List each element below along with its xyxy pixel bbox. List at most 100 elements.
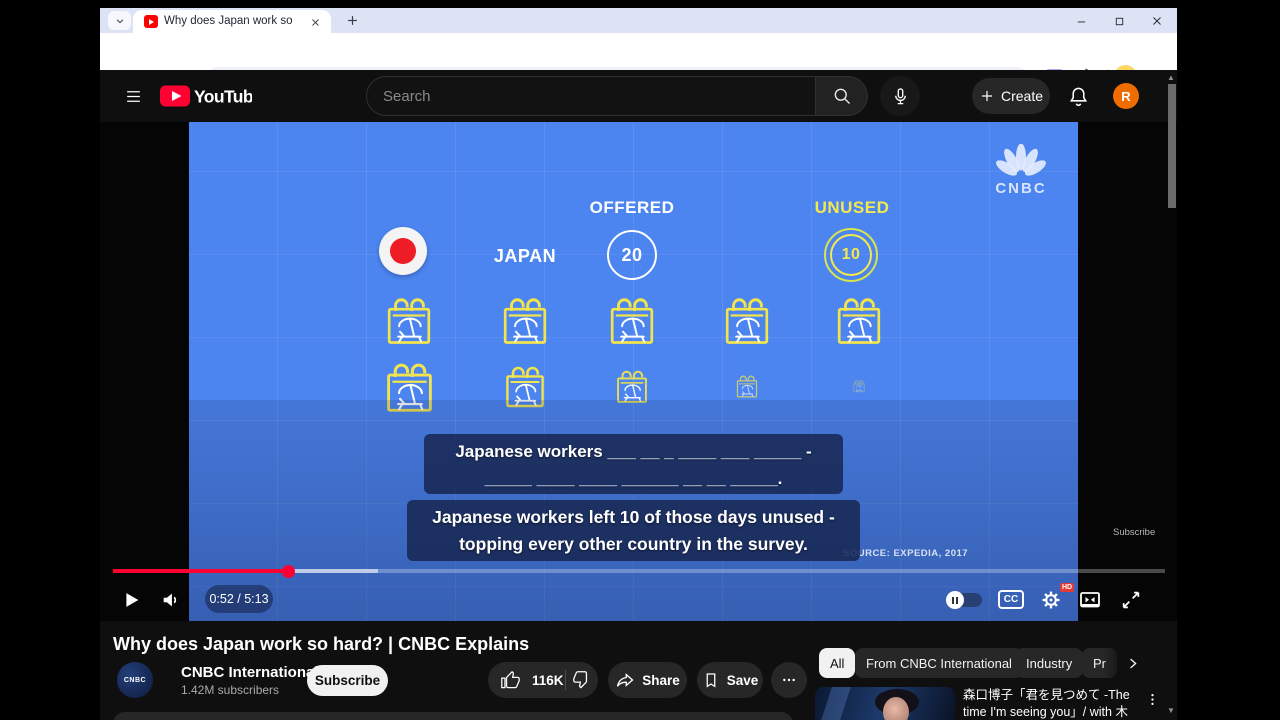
search-input[interactable]	[383, 88, 783, 105]
notifications-button[interactable]	[1066, 84, 1090, 108]
vacation-calendar-icon	[734, 373, 760, 399]
source-note: SOURCE: EXPEDIA, 2017	[843, 548, 968, 559]
browser-toolbar: youtube.com/watch?v=9Y-YJEtxHeo	[100, 33, 1177, 70]
vacation-calendar-icon	[852, 379, 866, 393]
more-actions-button[interactable]	[771, 662, 807, 698]
progress-bar-scrubber[interactable]	[282, 565, 295, 578]
suggested-video-menu-kebab-icon[interactable]	[1143, 690, 1161, 708]
guide-menu-button[interactable]	[123, 86, 143, 106]
miniplayer-button[interactable]	[1077, 587, 1103, 613]
account-avatar[interactable]: R	[1113, 83, 1139, 109]
hamburger-icon	[124, 87, 143, 106]
chips-scroll-right-button[interactable]	[1119, 650, 1145, 676]
ellipsis-icon	[781, 672, 797, 688]
channel-name-text: CNBC International	[181, 664, 319, 681]
scrollbar-down-arrow[interactable]: ▼	[1165, 706, 1177, 715]
tab-close-icon[interactable]	[307, 14, 323, 30]
video-player[interactable]: CNBC JAPAN OFFERED 20 UNUSED 10 SOUR	[100, 122, 1177, 621]
thumb-up-icon	[501, 671, 520, 690]
save-button[interactable]: Save	[697, 662, 763, 698]
chip-industry[interactable]: Industry	[1015, 648, 1083, 678]
window-maximize-button[interactable]	[1104, 14, 1134, 28]
maximize-icon	[1114, 16, 1125, 27]
tab-strip: Why does Japan work so hard	[100, 8, 1177, 33]
suggested-title-line1: 森口博子「君を見つめて -The	[963, 687, 1135, 704]
speaker-icon	[160, 589, 182, 611]
country-label: JAPAN	[485, 246, 565, 267]
search-icon	[832, 86, 852, 106]
play-icon	[120, 589, 142, 611]
avatar-initial: R	[1121, 89, 1130, 104]
vacation-calendar-icon	[498, 293, 552, 347]
plus-icon	[979, 88, 995, 104]
subscribe-button[interactable]: Subscribe	[307, 665, 388, 696]
like-dislike-pill: 116K	[488, 662, 598, 698]
new-tab-button[interactable]	[343, 11, 362, 30]
volume-button[interactable]	[158, 587, 184, 613]
suggested-video-title[interactable]: 森口博子「君を見つめて -The time I'm seeing you」/ w…	[963, 687, 1135, 720]
search-box[interactable]	[366, 76, 816, 116]
youtube-logo[interactable]: YouTube	[160, 84, 252, 108]
vacation-calendar-icon	[605, 293, 659, 347]
caption-box-blanks: Japanese workers ___ __ _ ____ ___ _____…	[424, 434, 843, 494]
save-label: Save	[727, 673, 759, 688]
gear-icon	[1040, 589, 1062, 611]
like-button[interactable]	[488, 662, 532, 698]
vacation-calendar-icon	[832, 293, 886, 347]
thumb-down-icon	[573, 671, 592, 690]
chip-all[interactable]: All	[819, 648, 855, 678]
caption-blanks-line2: _____ ____ ____ ______ __ __ _____.	[424, 465, 843, 492]
suggested-video-thumbnail[interactable]	[815, 687, 955, 720]
channel-avatar-text: CNBC	[124, 677, 146, 684]
cnbc-wordmark: CNBC	[995, 180, 1046, 197]
plus-icon	[346, 14, 359, 27]
share-button[interactable]: Share	[608, 662, 687, 698]
search-button[interactable]	[816, 76, 868, 116]
bell-icon	[1067, 85, 1090, 108]
fullscreen-icon	[1120, 589, 1142, 611]
caption-text-line2: topping every other country in the surve…	[407, 531, 860, 558]
voice-search-button[interactable]	[880, 76, 920, 116]
tab-search-button[interactable]	[108, 11, 131, 30]
youtube-masthead: YouTube Create R	[100, 70, 1177, 122]
minimize-icon	[1076, 16, 1087, 27]
tab-title: Why does Japan work so hard	[164, 15, 294, 29]
dislike-button[interactable]	[566, 662, 598, 698]
svg-text:YouTube: YouTube	[194, 87, 252, 107]
chip-from-channel[interactable]: From CNBC International	[855, 648, 1023, 678]
vacation-calendar-icon	[720, 293, 774, 347]
play-button[interactable]	[118, 587, 144, 613]
create-button[interactable]: Create	[972, 78, 1050, 114]
suggested-title-line2: time I'm seeing you」/ with 木	[963, 704, 1135, 720]
browser-tab[interactable]: Why does Japan work so hard	[133, 10, 331, 33]
subscriber-count: 1.42M subscribers	[181, 683, 279, 697]
browser-window: Why does Japan work so hard	[100, 8, 1177, 720]
window-minimize-button[interactable]	[1066, 14, 1096, 28]
description-box[interactable]	[113, 712, 793, 720]
channel-watermark-subscribe[interactable]: Subscribe	[1113, 527, 1155, 538]
scrollbar-up-arrow[interactable]: ▲	[1165, 73, 1177, 82]
scrollbar-thumb[interactable]	[1168, 84, 1176, 208]
thumbnail-light-beam	[815, 687, 851, 720]
share-icon	[615, 670, 635, 690]
progress-bar-played	[113, 569, 288, 573]
autoplay-toggle[interactable]	[948, 593, 982, 607]
chevron-right-icon	[1125, 656, 1140, 671]
youtube-page: YouTube Create R	[100, 70, 1177, 720]
captions-button[interactable]: CC	[998, 590, 1024, 609]
unused-days-circle: 10	[830, 234, 872, 276]
bookmark-icon	[702, 671, 720, 689]
unused-label: UNUSED	[802, 198, 902, 218]
create-label: Create	[1001, 88, 1043, 104]
microphone-icon	[891, 87, 910, 106]
thumbnail-figure-face	[883, 697, 909, 720]
window-close-button[interactable]	[1142, 14, 1172, 28]
chevron-down-icon	[115, 16, 125, 26]
autoplay-knob-pause-icon	[946, 591, 964, 609]
hd-quality-badge: HD	[1060, 583, 1074, 592]
channel-avatar[interactable]: CNBC	[117, 662, 153, 698]
cnbc-peacock-icon	[990, 144, 1052, 180]
fullscreen-button[interactable]	[1118, 587, 1144, 613]
japan-flag-icon	[379, 227, 427, 275]
video-title: Why does Japan work so hard? | CNBC Expl…	[113, 634, 529, 655]
